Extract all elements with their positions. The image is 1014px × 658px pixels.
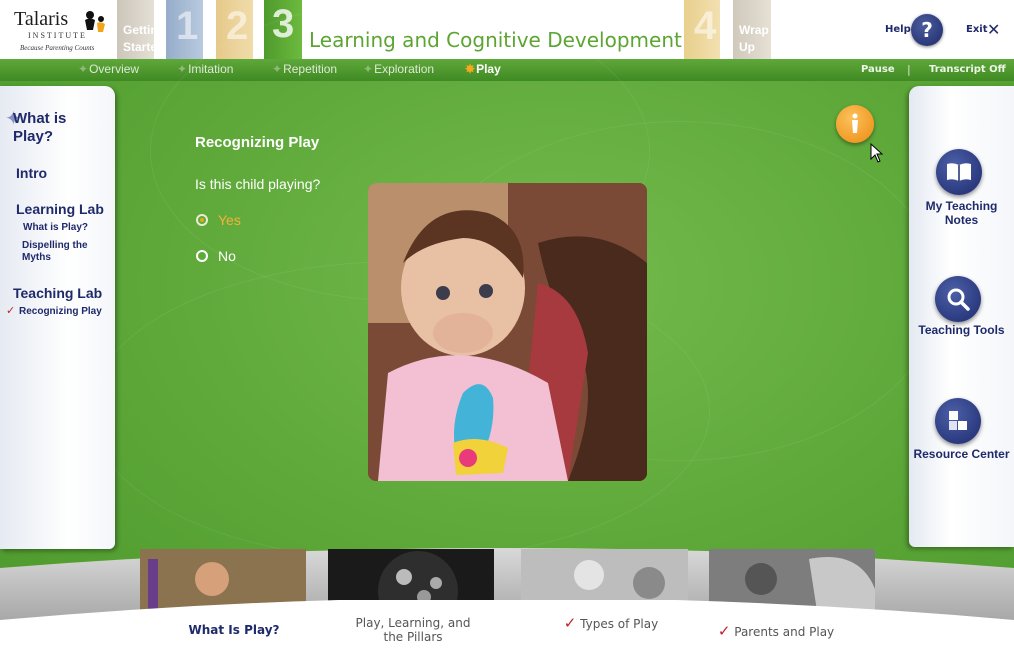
exit-label[interactable]: Exit [966,24,988,35]
left-sidebar: ✦ What is Play? Intro Learning Lab What … [0,86,115,549]
star-icon: ✦ [78,62,89,76]
resource-center-label[interactable]: Resource Center [909,447,1014,461]
transcript-toggle[interactable]: Transcript Off [929,64,1006,75]
blocks-icon [949,411,967,430]
carousel-label-parents-and-play[interactable]: ✓ Parents and Play [714,622,838,640]
logo-institute: INSTITUTE [28,31,87,40]
carousel-label-play-learning-pillars[interactable]: Play, Learning, and the Pillars [344,616,482,644]
mouse-cursor-icon [870,143,884,163]
sidebar-item-teaching-lab[interactable]: Teaching Lab [13,285,102,301]
carousel-label-types-of-play[interactable]: ✓ Types of Play [541,614,681,632]
sidebar-subitem-recognizing-play[interactable]: Recognizing Play [19,306,102,317]
info-button[interactable] [836,105,874,143]
magnifier-icon [947,288,970,311]
question-text: Is this child playing? [195,176,321,192]
nav-item-overview[interactable]: ✦Overview [78,62,139,76]
sidebar-title: What is Play? [13,110,67,145]
radio-button[interactable] [196,250,208,262]
sidebar-item-intro[interactable]: Intro [16,165,47,181]
info-figure-icon [852,113,858,133]
question-mark-icon: ? [921,18,933,42]
answer-label: No [218,248,236,264]
teaching-tools-label[interactable]: Teaching Tools [909,323,1014,337]
book-icon [947,163,971,181]
tab-number: 4 [694,4,717,48]
x-icon[interactable]: ✕ [987,20,1000,39]
resource-center-button[interactable] [935,398,981,444]
nav-separator: | [907,63,911,76]
checkmark-icon: ✓ [563,614,577,632]
pause-button[interactable]: Pause [861,64,895,75]
video-player[interactable] [368,183,647,481]
tab-getting-started[interactable]: Getting Started [117,0,154,59]
tab-wrap-up-label: Wrap Up [739,23,769,54]
checkmark-icon: ✓ [6,304,16,317]
child-video-frame [368,183,647,481]
carousel-curve [0,600,1014,658]
help-label[interactable]: Help [885,24,911,35]
answer-option-yes[interactable]: Yes [196,212,241,228]
tab-section-4[interactable]: 4 [684,0,720,59]
carousel-label-what-is-play[interactable]: What Is Play? [186,623,282,637]
tab-number: 1 [176,4,199,48]
tab-section-1[interactable]: 1 [166,0,203,59]
right-sidebar: My Teaching Notes Teaching Tools Resourc… [909,86,1014,547]
teaching-notes-label[interactable]: My Teaching Notes [909,199,1014,227]
sidebar-item-learning-lab[interactable]: Learning Lab [16,201,104,217]
answer-option-no[interactable]: No [196,248,236,264]
sidebar-subitem-what-is-play[interactable]: What is Play? [23,222,88,233]
teaching-notes-button[interactable] [936,149,982,195]
checkmark-icon: ✓ [717,622,731,640]
talaris-logo: Talaris INSTITUTE Because Parenting Coun… [14,8,114,56]
teaching-tools-button[interactable] [935,276,981,322]
activity-title: Recognizing Play [195,134,320,151]
help-button[interactable]: ? [911,14,943,46]
answer-label: Yes [218,212,241,228]
logo-tagline: Because Parenting Counts [20,44,95,52]
tab-getting-started-label: Getting Started [123,23,154,54]
logo-brand: Talaris [14,8,69,30]
radio-button[interactable] [196,214,208,226]
tab-wrap-up[interactable]: Wrap Up [733,0,771,59]
sidebar-subitem-dispelling-myths[interactable]: Dispelling the Myths [22,240,102,264]
